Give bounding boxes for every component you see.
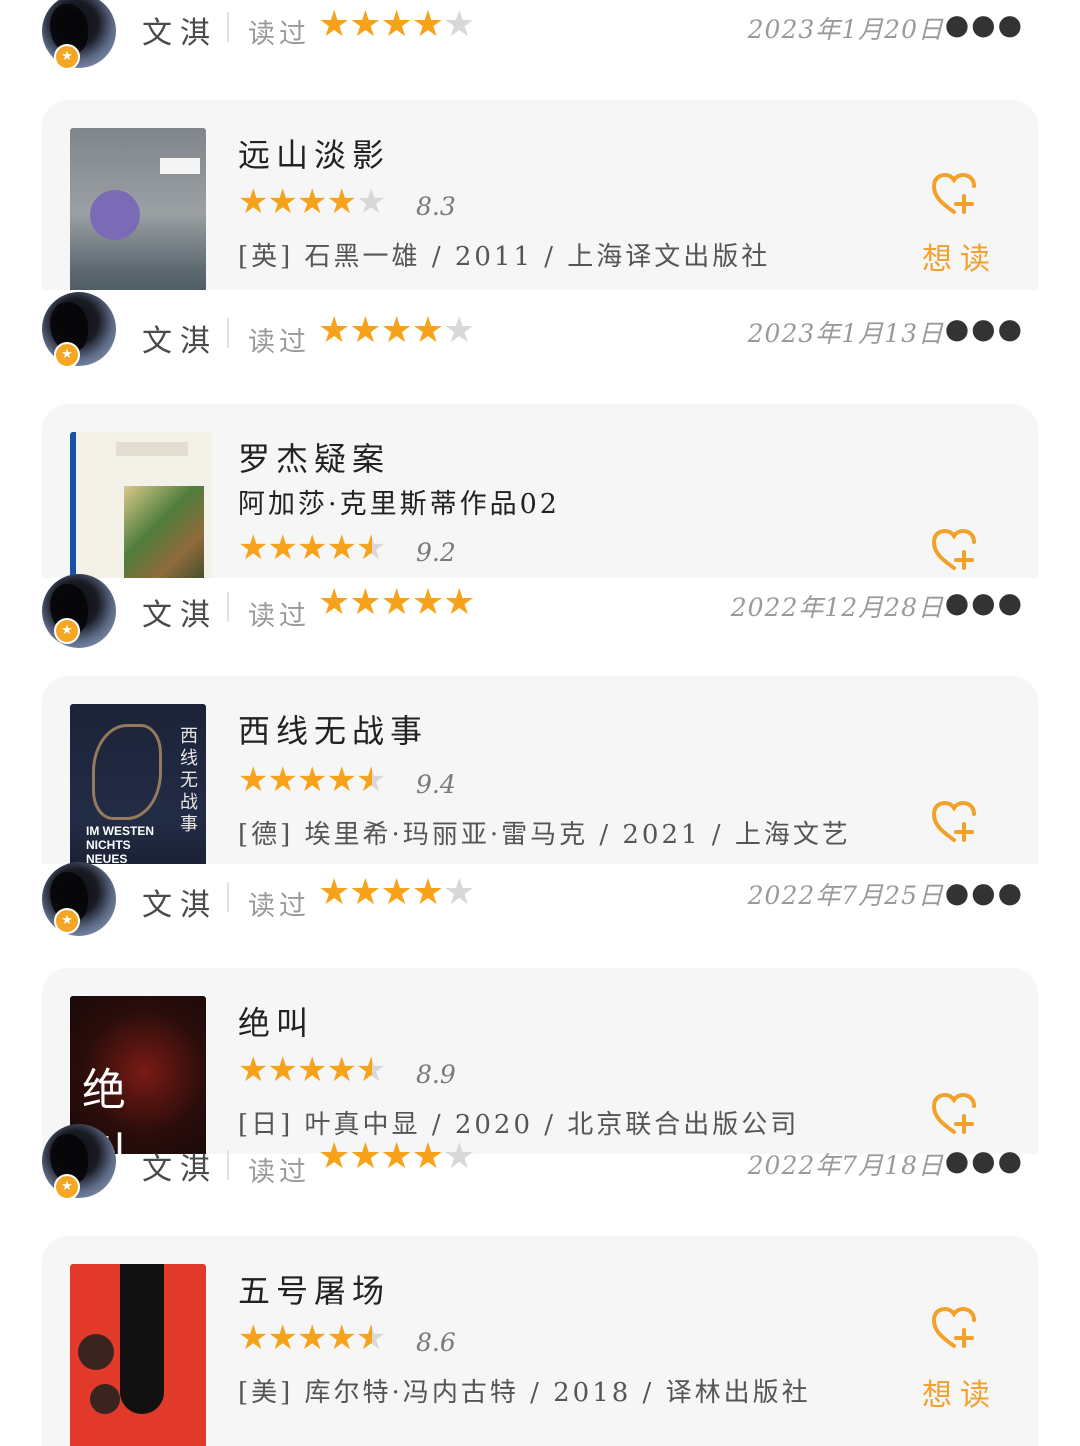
book-cover[interactable] (70, 128, 206, 290)
book-info: [德] 埃里希·玛丽亚·雷马克 / 2021 / 上海文艺 (238, 820, 851, 850)
heart-plus-icon[interactable] (930, 1306, 978, 1350)
read-status: 读过 (248, 1157, 310, 1188)
review-row: ★ 文淇 读过 ★★★★★ 2023年1月13日 ●●● (0, 290, 1080, 370)
username[interactable]: 文淇 (142, 1144, 218, 1188)
book-card[interactable]: 五号屠场 ★★★★★ 8.6 [美] 库尔特·冯内古特 / 2018 / 译林出… (42, 1236, 1038, 1446)
book-card[interactable]: 西线无战事 IM WESTEN NICHTS NEUES 西线无战事 ★★★★★ 9… (42, 676, 1038, 864)
review-row: ★ 文淇 读过 ★★★★★ 2022年7月18日 ●●● (0, 1124, 1080, 1234)
book-title[interactable]: 罗杰疑案 (238, 434, 390, 480)
divider (227, 882, 229, 912)
username[interactable]: 文淇 (142, 316, 218, 360)
heart-plus-icon[interactable] (930, 172, 978, 216)
book-title[interactable]: 五号屠场 (238, 1266, 390, 1312)
more-dots-icon[interactable]: ●●● (945, 8, 1024, 41)
review-date: 2022年12月28日 (730, 593, 944, 622)
vip-badge-icon: ★ (54, 908, 80, 934)
more-dots-icon[interactable]: ●●● (945, 312, 1024, 345)
book-rating: ★★★★★ (238, 182, 386, 222)
book-rating: ★★★★★ (238, 1050, 386, 1090)
book-cover[interactable]: 西线无战事 IM WESTEN NICHTS NEUES (70, 704, 206, 864)
more-dots-icon[interactable]: ●●● (945, 1144, 1024, 1177)
divider (227, 318, 229, 348)
username[interactable]: 文淇 (142, 590, 218, 634)
heart-plus-icon[interactable] (930, 1092, 978, 1136)
user-rating: ★★★★★ (318, 582, 475, 623)
want-to-read-label[interactable]: 想读 (922, 1370, 998, 1414)
vip-badge-icon: ★ (54, 618, 80, 644)
book-title[interactable]: 远山淡影 (238, 130, 390, 176)
book-rating: ★★★★★ (238, 1318, 386, 1358)
book-score: 8.3 (416, 192, 456, 221)
book-card[interactable]: 绝叫 绝叫 ★★★★★ 8.9 [日] 叶真中显 / 2020 / 北京联合出版… (42, 968, 1038, 1154)
book-score: 9.4 (416, 770, 456, 799)
divider (227, 1150, 229, 1180)
more-dots-icon[interactable]: ●●● (945, 876, 1024, 909)
book-rating: ★★★★★ (238, 760, 386, 800)
heart-plus-icon[interactable] (930, 528, 978, 572)
book-rating: ★★★★★ (238, 528, 386, 568)
review-date: 2022年7月18日 (747, 1151, 944, 1180)
user-rating: ★★★★★ (318, 872, 475, 913)
book-score: 8.9 (416, 1060, 456, 1089)
heart-plus-icon[interactable] (930, 800, 978, 844)
book-info: [美] 库尔特·冯内古特 / 2018 / 译林出版社 (238, 1378, 811, 1408)
review-row: ★ 文淇 读过 ★★★★★ 2022年12月28日 ●●● (0, 574, 1080, 658)
vip-badge-icon: ★ (54, 1174, 80, 1200)
book-title[interactable]: 西线无战事 (238, 706, 428, 752)
book-info: [英] 石黑一雄 / 2011 / 上海译文出版社 (238, 242, 771, 272)
book-score: 8.6 (416, 1328, 456, 1357)
review-date: 2022年7月25日 (747, 881, 944, 910)
review-date: 2023年1月20日 (747, 15, 944, 44)
read-status: 读过 (248, 601, 310, 632)
book-score: 9.2 (416, 538, 456, 567)
book-card[interactable]: 远山淡影 ★★★★★ 8.3 [英] 石黑一雄 / 2011 / 上海译文出版社… (42, 100, 1038, 290)
review-row: ★ 文淇 读过 ★★★★★ 2023年1月20日 ●●● (0, 0, 1080, 78)
more-dots-icon[interactable]: ●●● (945, 586, 1024, 619)
username[interactable]: 文淇 (142, 880, 218, 924)
review-date: 2023年1月13日 (747, 319, 944, 348)
vip-badge-icon: ★ (54, 44, 80, 70)
username[interactable]: 文淇 (142, 8, 218, 52)
book-card[interactable]: 罗杰疑案 阿加莎·克里斯蒂作品02 ★★★★★ 9.2 (42, 404, 1038, 578)
read-status: 读过 (248, 891, 310, 922)
divider (227, 12, 229, 42)
user-rating: ★★★★★ (318, 1136, 475, 1177)
avatar[interactable] (42, 574, 116, 648)
book-subtitle: 阿加莎·克里斯蒂作品02 (238, 489, 560, 520)
book-cover[interactable] (70, 432, 212, 578)
review-row: ★ 文淇 读过 ★★★★★ 2022年7月25日 ●●● (0, 862, 1080, 944)
read-status: 读过 (248, 19, 310, 50)
user-rating: ★★★★★ (318, 310, 475, 351)
want-to-read-label[interactable]: 想读 (922, 234, 998, 278)
book-cover[interactable] (70, 1264, 206, 1446)
divider (227, 592, 229, 622)
book-title[interactable]: 绝叫 (238, 998, 314, 1044)
vip-badge-icon: ★ (54, 342, 80, 368)
user-rating: ★★★★★ (318, 4, 475, 45)
read-status: 读过 (248, 327, 310, 358)
